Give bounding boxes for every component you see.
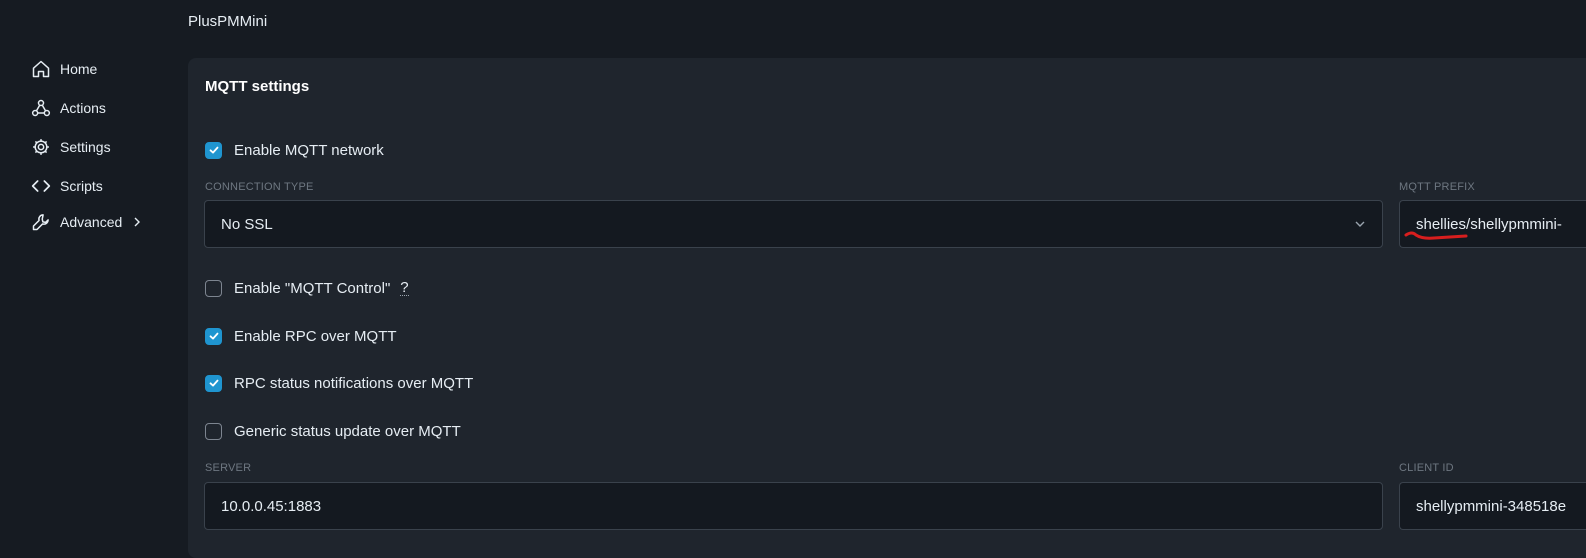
generic-status-checkbox-row[interactable]: Generic status update over MQTT — [205, 420, 461, 442]
red-annotation-scribble — [1404, 231, 1468, 240]
generic-status-checkbox[interactable] — [205, 422, 222, 440]
sidebar-item-label: Home — [60, 61, 98, 77]
actions-icon — [30, 97, 52, 119]
generic-status-label: Generic status update over MQTT — [234, 422, 461, 440]
rpc-checkbox[interactable] — [205, 327, 222, 345]
sidebar-item-home[interactable]: Home — [30, 54, 97, 84]
device-title: PlusPMMini — [188, 13, 268, 30]
chevron-down-icon — [1355, 221, 1365, 227]
code-icon — [30, 175, 52, 197]
rpc-checkbox-row[interactable]: Enable RPC over MQTT — [205, 325, 397, 347]
client-id-input[interactable]: shellypmmini-348518e — [1399, 482, 1586, 530]
checkmark-icon — [209, 332, 218, 340]
client-id-value: shellypmmini-348518e — [1416, 497, 1567, 515]
rpc-status-checkbox-row[interactable]: RPC status notifications over MQTT — [205, 372, 473, 394]
wrench-icon — [30, 211, 52, 233]
rpc-status-label: RPC status notifications over MQTT — [234, 374, 474, 392]
rpc-label: Enable RPC over MQTT — [234, 327, 397, 345]
client-id-label: CLIENT ID — [1399, 462, 1454, 474]
enable-mqtt-label: Enable MQTT network — [234, 141, 384, 159]
sidebar-item-settings[interactable]: Settings — [30, 132, 111, 162]
sidebar-item-label: Scripts — [60, 178, 103, 194]
sidebar-item-label: Settings — [60, 139, 111, 155]
mqtt-control-checkbox[interactable] — [205, 279, 222, 297]
rpc-status-checkbox[interactable] — [205, 374, 222, 392]
checkmark-icon — [209, 146, 218, 154]
gear-icon — [30, 136, 52, 158]
mqtt-control-label: Enable "MQTT Control" — [234, 279, 391, 297]
home-icon — [30, 58, 52, 80]
sidebar-item-scripts[interactable]: Scripts — [30, 171, 103, 201]
sidebar-item-advanced[interactable]: Advanced — [30, 207, 142, 237]
help-icon[interactable]: ? — [400, 280, 409, 296]
panel-title: MQTT settings — [205, 78, 310, 95]
enable-mqtt-checkbox-row[interactable]: Enable MQTT network — [205, 139, 384, 161]
server-input[interactable]: 10.0.0.45:1883 — [204, 482, 1383, 530]
server-value: 10.0.0.45:1883 — [221, 497, 322, 515]
mqtt-control-checkbox-row[interactable]: Enable "MQTT Control" ? — [205, 277, 409, 299]
mqtt-settings-panel: MQTT settings Enable MQTT network CONNEC… — [188, 58, 1586, 558]
sidebar-item-label: Advanced — [60, 214, 123, 230]
enable-mqtt-checkbox[interactable] — [205, 141, 222, 159]
sidebar-item-label: Actions — [60, 100, 106, 116]
connection-type-value: No SSL — [221, 215, 273, 233]
chevron-right-icon — [132, 217, 142, 227]
server-label: SERVER — [205, 462, 252, 474]
sidebar: Home Actions Settings Scripts Advanced — [0, 0, 176, 541]
connection-type-select[interactable]: No SSL — [204, 200, 1383, 248]
connection-type-label: CONNECTION TYPE — [205, 181, 314, 193]
checkmark-icon — [209, 379, 218, 387]
mqtt-prefix-input[interactable]: shellies/shellypmmini- — [1399, 200, 1586, 248]
sidebar-item-actions[interactable]: Actions — [30, 93, 106, 123]
mqtt-prefix-label: MQTT PREFIX — [1399, 181, 1475, 193]
